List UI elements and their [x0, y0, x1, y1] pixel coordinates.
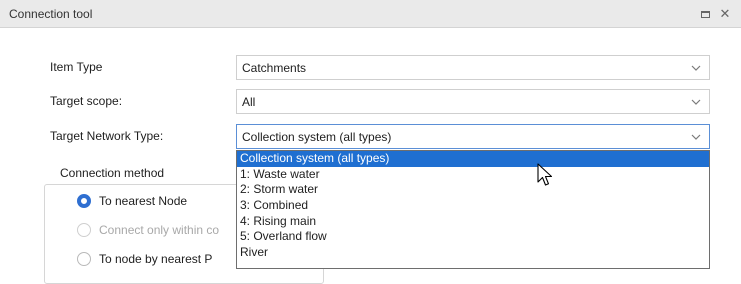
dropdown-option[interactable]: River [237, 245, 709, 261]
dropdown-option[interactable]: 3: Combined [237, 198, 709, 214]
item-type-value: Catchments [242, 61, 307, 75]
mouse-cursor-icon [537, 163, 553, 186]
target-scope-combo[interactable]: All [236, 89, 710, 114]
network-type-dropdown-list: Collection system (all types) 1: Waste w… [236, 150, 710, 269]
radio-connect-within[interactable] [77, 223, 91, 237]
dropdown-option[interactable]: 4: Rising main [237, 214, 709, 230]
dropdown-option[interactable]: 1: Waste water [237, 167, 709, 183]
radio-nearest-node-label[interactable]: To nearest Node [99, 194, 187, 208]
target-scope-label: Target scope: [50, 94, 123, 108]
chevron-down-icon [691, 134, 701, 140]
restore-button[interactable] [696, 5, 714, 23]
target-network-type-value: Collection system (all types) [242, 130, 392, 144]
dropdown-option[interactable]: 2: Storm water [237, 182, 709, 198]
chevron-down-icon [691, 65, 701, 71]
dropdown-option[interactable]: Collection system (all types) [237, 151, 709, 167]
radio-nearest-node[interactable] [77, 194, 91, 208]
chevron-down-icon [691, 99, 701, 105]
title-bar: Connection tool ✕ [0, 0, 741, 28]
connection-method-legend: Connection method [56, 166, 169, 180]
radio-connect-within-label[interactable]: Connect only within co [99, 223, 219, 237]
target-network-type-label: Target Network Type: [50, 129, 164, 143]
target-scope-value: All [242, 95, 256, 109]
close-button[interactable]: ✕ [716, 5, 734, 23]
radio-nearest-p-label[interactable]: To node by nearest P [99, 252, 212, 266]
restore-icon [700, 10, 710, 18]
close-icon: ✕ [719, 6, 731, 21]
window-title: Connection tool [9, 7, 93, 21]
item-type-combo[interactable]: Catchments [236, 55, 710, 80]
radio-nearest-p[interactable] [77, 252, 91, 266]
item-type-label: Item Type [50, 60, 103, 74]
target-network-type-combo[interactable]: Collection system (all types) [236, 124, 710, 149]
dropdown-option[interactable]: 5: Overland flow [237, 229, 709, 245]
